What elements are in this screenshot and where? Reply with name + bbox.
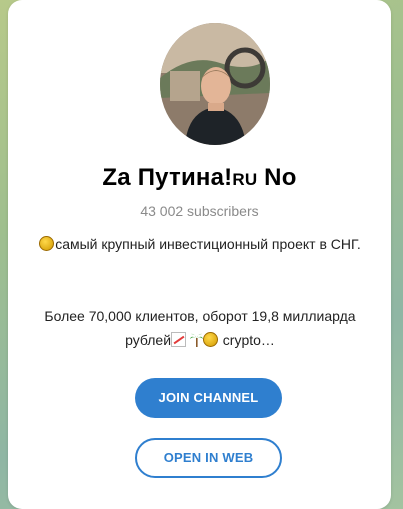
avatar-photo-icon	[160, 23, 270, 145]
channel-title-end: No	[257, 164, 297, 191]
money-bag-icon	[39, 236, 55, 251]
chart-up-icon	[171, 332, 187, 347]
open-in-web-button[interactable]: OPEN IN WEB	[135, 438, 282, 478]
join-channel-button[interactable]: JOIN CHANNEL	[135, 378, 282, 418]
description-line-1: самый крупный инвестиционный проект в СН…	[55, 236, 361, 252]
description-paragraph-1: самый крупный инвестиционный проект в СН…	[20, 232, 380, 256]
palm-tree-icon	[189, 330, 203, 347]
channel-avatar	[160, 23, 270, 145]
subscriber-count: 43 002 subscribers	[140, 203, 259, 219]
channel-title-main: Za Путина!	[102, 164, 233, 191]
description-paragraph-2: Более 70,000 клиентов, оборот 19,8 милли…	[20, 304, 380, 352]
channel-description: самый крупный инвестиционный проект в СН…	[20, 232, 380, 352]
channel-preview-card: Za Путина!RU No 43 002 subscribers самый…	[8, 0, 391, 509]
channel-title: Za Путина!RU No	[8, 164, 391, 192]
channel-title-small: RU	[232, 170, 258, 189]
money-bag-icon-2	[202, 332, 218, 347]
description-line-2b: crypto…	[218, 332, 275, 348]
